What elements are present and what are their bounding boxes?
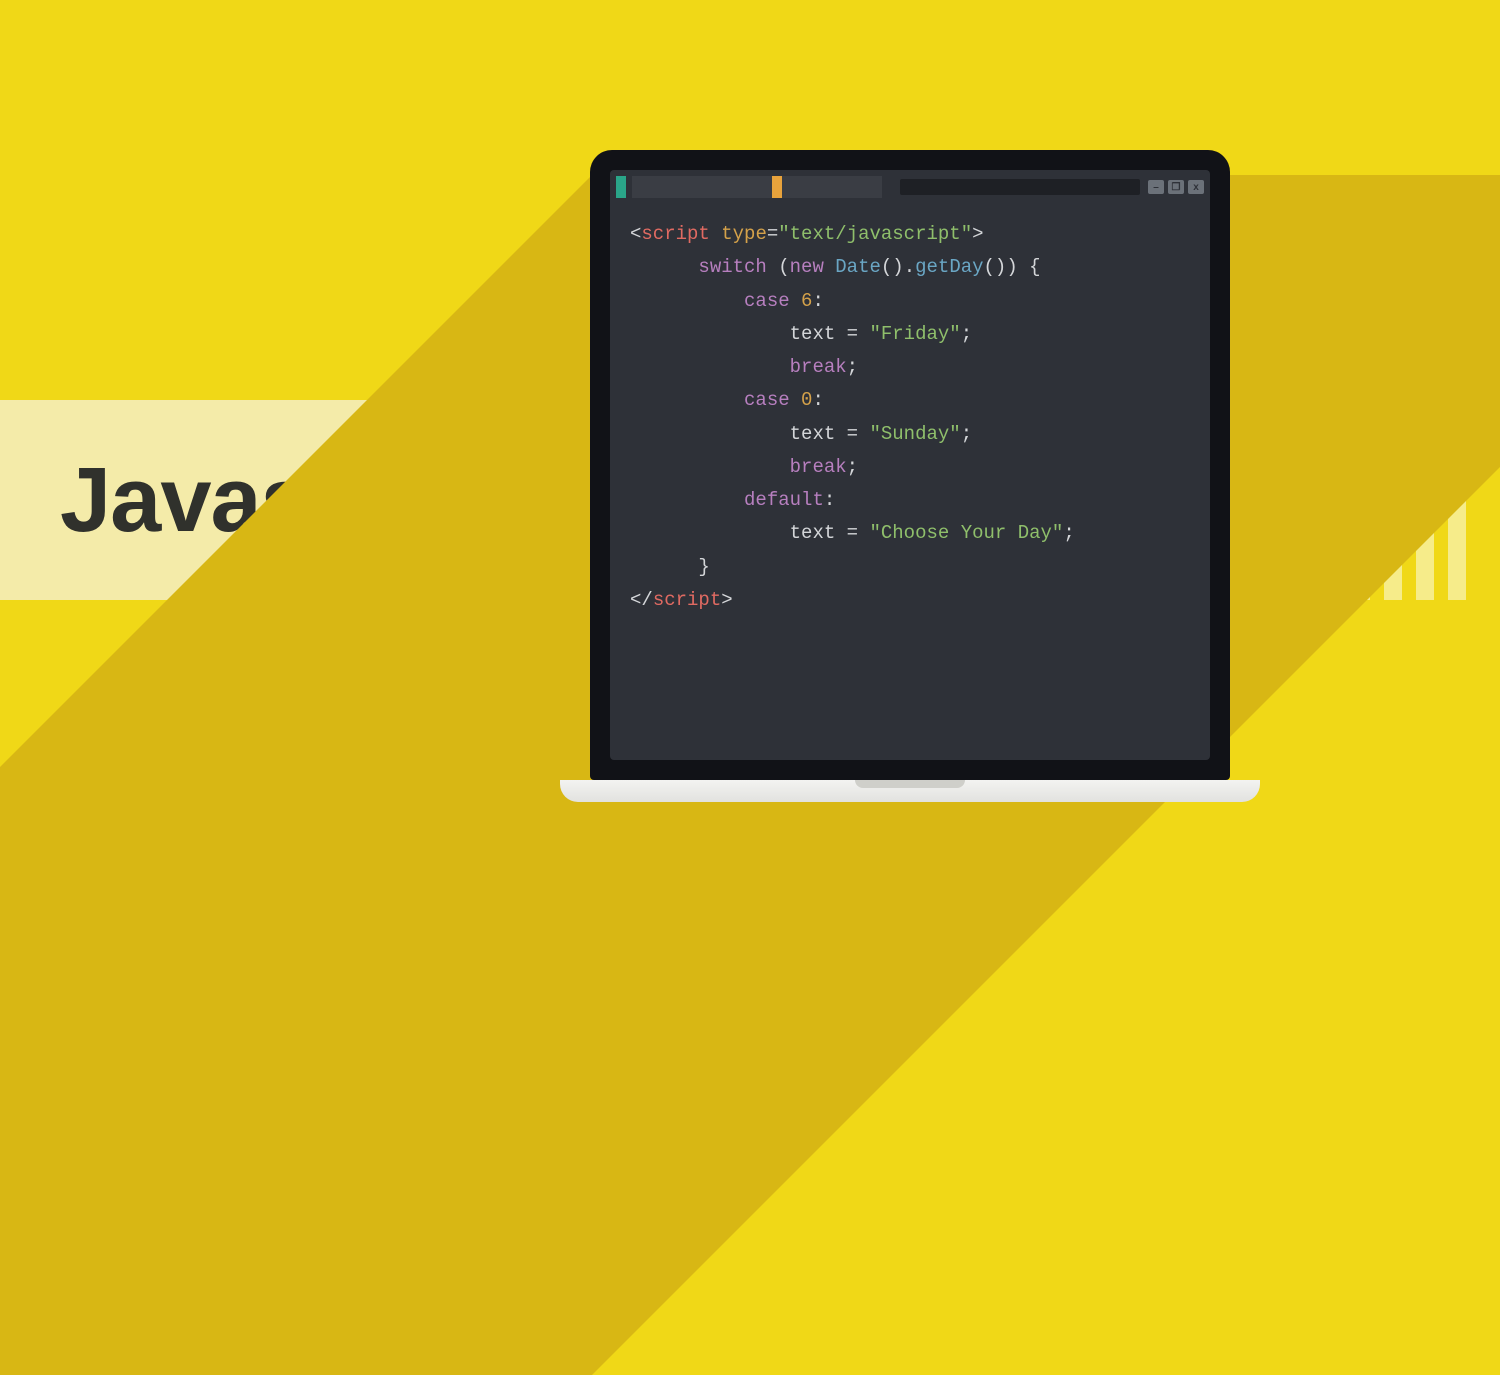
code-token: getDay bbox=[915, 256, 983, 278]
code-token: < bbox=[630, 223, 641, 245]
code-token: text bbox=[790, 522, 836, 544]
laptop-bezel: – ❐ x <script type="text/javascript"> sw… bbox=[590, 150, 1230, 780]
code-token: </ bbox=[630, 589, 653, 611]
laptop: – ❐ x <script type="text/javascript"> sw… bbox=[590, 150, 1230, 802]
code-token: Sunday bbox=[881, 423, 949, 445]
code-token: 6 bbox=[801, 290, 812, 312]
code-token: = bbox=[835, 423, 869, 445]
tab-indicator bbox=[772, 176, 782, 198]
tab[interactable] bbox=[632, 176, 772, 198]
code-token: text bbox=[790, 423, 836, 445]
code-token: script bbox=[653, 589, 721, 611]
code-token: Friday bbox=[881, 323, 949, 345]
code-token: ; bbox=[847, 356, 858, 378]
code-block: <script type="text/javascript"> switch (… bbox=[630, 218, 1200, 617]
code-token: break bbox=[790, 356, 847, 378]
code-token: " bbox=[869, 423, 880, 445]
code-token: = bbox=[835, 323, 869, 345]
code-token: " bbox=[949, 423, 960, 445]
code-token: " bbox=[961, 223, 972, 245]
code-token bbox=[824, 256, 835, 278]
code-token: switch bbox=[698, 256, 766, 278]
code-token: " bbox=[869, 323, 880, 345]
code-token: " bbox=[869, 522, 880, 544]
code-token: : bbox=[812, 389, 823, 411]
code-token: ; bbox=[961, 423, 972, 445]
minimize-button[interactable]: – bbox=[1148, 180, 1164, 194]
code-token: break bbox=[790, 456, 847, 478]
code-token: type bbox=[721, 223, 767, 245]
code-token bbox=[790, 389, 801, 411]
code-token: case bbox=[744, 290, 790, 312]
code-token bbox=[790, 290, 801, 312]
tab-active-indicator bbox=[616, 176, 626, 198]
code-token: " bbox=[778, 223, 789, 245]
code-token: " bbox=[949, 323, 960, 345]
code-token: : bbox=[824, 489, 835, 511]
code-token: new bbox=[790, 256, 824, 278]
code-token: : bbox=[812, 290, 823, 312]
close-button[interactable]: x bbox=[1188, 180, 1204, 194]
code-token: ; bbox=[1063, 522, 1074, 544]
code-token: Date bbox=[835, 256, 881, 278]
editor-screen: – ❐ x <script type="text/javascript"> sw… bbox=[610, 170, 1210, 760]
code-token: text bbox=[790, 323, 836, 345]
code-token: ()) { bbox=[984, 256, 1041, 278]
code-token: (). bbox=[881, 256, 915, 278]
window-controls: – ❐ x bbox=[1148, 180, 1204, 194]
code-token: ( bbox=[767, 256, 790, 278]
code-token: > bbox=[972, 223, 983, 245]
code-token: ; bbox=[961, 323, 972, 345]
window-titlebar: – ❐ x bbox=[616, 176, 1204, 198]
code-token bbox=[710, 223, 721, 245]
code-token: > bbox=[721, 589, 732, 611]
code-token: case bbox=[744, 389, 790, 411]
tab[interactable] bbox=[782, 176, 882, 198]
maximize-button[interactable]: ❐ bbox=[1168, 180, 1184, 194]
code-token: } bbox=[698, 556, 709, 578]
laptop-base bbox=[560, 780, 1260, 802]
code-token: default bbox=[744, 489, 824, 511]
code-token: script bbox=[641, 223, 709, 245]
code-token: text/javascript bbox=[790, 223, 961, 245]
code-token: " bbox=[1052, 522, 1063, 544]
address-field[interactable] bbox=[900, 179, 1140, 195]
code-token: Choose Your Day bbox=[881, 522, 1052, 544]
code-token: = bbox=[767, 223, 778, 245]
code-token: = bbox=[835, 522, 869, 544]
code-token: ; bbox=[847, 456, 858, 478]
code-token: 0 bbox=[801, 389, 812, 411]
